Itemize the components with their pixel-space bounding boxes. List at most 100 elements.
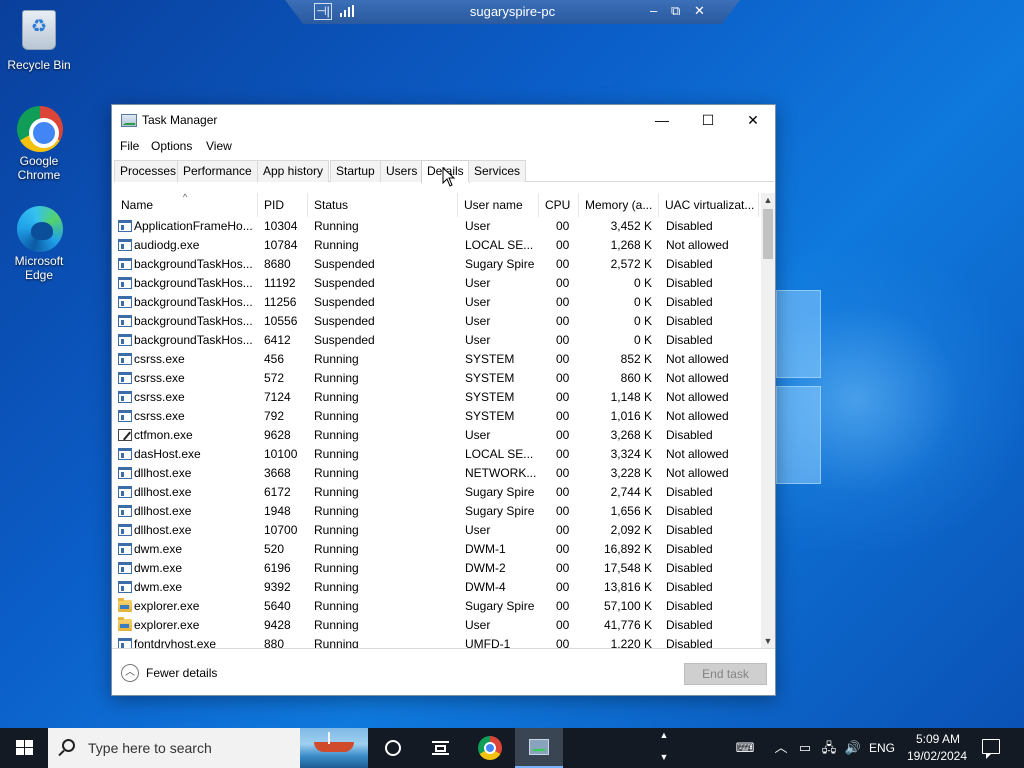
cell-user-name: DWM-4: [465, 580, 506, 594]
cell-name: backgroundTaskHos...: [134, 333, 253, 347]
scroll-up-icon[interactable]: ▲: [761, 193, 775, 207]
cell-pid: 10700: [264, 523, 298, 537]
column-header-memory[interactable]: Memory (a...: [579, 193, 659, 217]
tab-services[interactable]: Services: [468, 160, 527, 182]
rdp-restore-button[interactable]: ⧉: [671, 3, 680, 19]
table-row[interactable]: csrss.exe 456 Running SYSTEM 00 852 K Not allo…: [115, 350, 759, 369]
table-row[interactable]: csrss.exe 792 Running SYSTEM 00 1,016 K Not al…: [115, 407, 759, 426]
cell-user-name: SYSTEM: [465, 371, 515, 385]
cell-cpu: 00: [556, 618, 570, 632]
column-header-pid[interactable]: PID: [258, 193, 308, 217]
rdp-close-button[interactable]: ✕: [694, 3, 705, 19]
table-row[interactable]: explorer.exe 9428 Running User 00 41,776 K Dis…: [115, 616, 759, 635]
cell-user-name: User: [465, 523, 491, 537]
fewer-details-link[interactable]: Fewer details: [146, 666, 217, 680]
cell-name: dasHost.exe: [134, 447, 201, 461]
cell-memory: 2,744 K: [610, 485, 652, 499]
application-icon: [118, 277, 132, 289]
cell-uac-virtualization: Not allowed: [666, 409, 729, 423]
input-language[interactable]: ENG: [868, 739, 896, 757]
cell-cpu: 00: [556, 390, 570, 404]
menu-view[interactable]: View: [206, 139, 232, 153]
clock-date[interactable]: 19/02/2024: [902, 749, 972, 763]
keyboard-icon[interactable]: ⌨: [733, 739, 757, 757]
table-row[interactable]: audiodg.exe 10784 Running LOCAL SE... 00 1,26…: [115, 236, 759, 255]
table-row[interactable]: fontdrvhost.exe 880 Running UMFD-1 00 1,220 K…: [115, 635, 759, 648]
rdp-minimize-button[interactable]: –: [650, 3, 657, 18]
table-row[interactable]: ApplicationFrameHo... 10304 Running User 00 3…: [115, 217, 759, 236]
cell-memory: 1,148 K: [610, 390, 652, 404]
scroll-down-icon[interactable]: ▼: [761, 634, 775, 648]
application-icon: [118, 239, 132, 251]
column-header-status[interactable]: Status: [308, 193, 458, 217]
table-row[interactable]: backgroundTaskHos... 6412 Suspended User 00 0…: [115, 331, 759, 350]
table-row[interactable]: dllhost.exe 1948 Running Sugary Spire 00 1,65…: [115, 502, 759, 521]
table-row[interactable]: backgroundTaskHos... 8680 Suspended Sugary …: [115, 255, 759, 274]
title-bar[interactable]: Task Manager — ☐ ✕: [112, 105, 775, 135]
cell-user-name: LOCAL SE...: [465, 238, 534, 252]
menu-file[interactable]: File: [120, 139, 139, 153]
table-row[interactable]: dllhost.exe 6172 Running Sugary Spire 00 2,74…: [115, 483, 759, 502]
close-button[interactable]: ✕: [738, 109, 768, 131]
cell-cpu: 00: [556, 409, 570, 423]
cell-uac-virtualization: Not allowed: [666, 352, 729, 366]
scroll-thumb[interactable]: [763, 209, 773, 259]
maximize-button[interactable]: ☐: [693, 109, 723, 131]
cell-uac-virtualization: Disabled: [666, 428, 713, 442]
cell-user-name: User: [465, 428, 491, 442]
clock-time[interactable]: 5:09 AM: [908, 732, 968, 746]
table-row[interactable]: ctfmon.exe 9628 Running User 00 3,268 K Disabl…: [115, 426, 759, 445]
desktop-icon-recycle-bin[interactable]: Recycle Bin: [1, 10, 77, 72]
application-icon: [118, 258, 132, 270]
table-row[interactable]: dasHost.exe 10100 Running LOCAL SE... 00 3,32…: [115, 445, 759, 464]
table-row[interactable]: backgroundTaskHos... 11192 Suspended User 00…: [115, 274, 759, 293]
volume-icon[interactable]: 🔊: [843, 739, 863, 757]
column-header-user-name[interactable]: User name: [458, 193, 539, 217]
minimize-button[interactable]: —: [647, 109, 677, 131]
cell-user-name: LOCAL SE...: [465, 447, 534, 461]
tab-app-history[interactable]: App history: [257, 160, 330, 182]
table-row[interactable]: csrss.exe 7124 Running SYSTEM 00 1,148 K Not a…: [115, 388, 759, 407]
cell-name: backgroundTaskHos...: [134, 276, 253, 290]
cell-status: Running: [314, 371, 359, 385]
column-header-uac-virtualization[interactable]: UAC virtualizat...: [659, 193, 759, 217]
show-hidden-icons-chevron-icon[interactable]: ︿: [771, 739, 791, 757]
cell-pid: 6196: [264, 561, 291, 575]
table-row[interactable]: explorer.exe 5640 Running Sugary Spire 00 57,…: [115, 597, 759, 616]
table-row[interactable]: dwm.exe 6196 Running DWM-2 00 17,548 K Disable…: [115, 559, 759, 578]
table-row[interactable]: backgroundTaskHos... 11256 Suspended User 00…: [115, 293, 759, 312]
cell-user-name: SYSTEM: [465, 409, 515, 423]
cell-name: backgroundTaskHos...: [134, 314, 253, 328]
vertical-scrollbar[interactable]: ▲ ▼: [761, 193, 775, 648]
table-row[interactable]: dwm.exe 9392 Running DWM-4 00 13,816 K Disable…: [115, 578, 759, 597]
tab-processes[interactable]: Processes: [114, 160, 183, 182]
desktop-icon-microsoft-edge[interactable]: Microsoft Edge: [1, 206, 77, 282]
table-row[interactable]: csrss.exe 572 Running SYSTEM 00 860 K Not allo…: [115, 369, 759, 388]
application-icon: [118, 334, 132, 346]
meet-now-icon[interactable]: ▭: [795, 739, 815, 757]
desktop-icon-google-chrome[interactable]: Google Chrome: [1, 106, 77, 182]
tab-startup[interactable]: Startup: [330, 160, 381, 182]
cell-memory: 2,092 K: [610, 523, 652, 537]
column-header-name[interactable]: ^ Name: [115, 193, 258, 217]
cell-user-name: Sugary Spire: [465, 257, 535, 271]
end-task-button[interactable]: End task: [684, 663, 767, 685]
notification-center-icon[interactable]: [982, 739, 1000, 759]
table-row[interactable]: dllhost.exe 10700 Running User 00 2,092 K Disa…: [115, 521, 759, 540]
table-row[interactable]: backgroundTaskHos... 10556 Suspended User 00…: [115, 312, 759, 331]
cell-name: fontdrvhost.exe: [134, 637, 217, 648]
folder-icon: [118, 617, 132, 631]
table-row[interactable]: dwm.exe 520 Running DWM-1 00 16,892 K Disabled: [115, 540, 759, 559]
column-header-cpu[interactable]: CPU: [539, 193, 579, 217]
cell-pid: 456: [264, 352, 285, 366]
chevron-up-icon[interactable]: ︿: [121, 664, 139, 682]
cell-pid: 9428: [264, 618, 291, 632]
table-row[interactable]: dllhost.exe 3668 Running NETWORK... 00 3,228 …: [115, 464, 759, 483]
cell-uac-virtualization: Not allowed: [666, 390, 729, 404]
menu-options[interactable]: Options: [151, 139, 192, 153]
cell-memory: 0 K: [633, 333, 652, 347]
tab-users[interactable]: Users: [380, 160, 424, 182]
tab-performance[interactable]: Performance: [177, 160, 258, 182]
cell-name: backgroundTaskHos...: [134, 257, 253, 271]
network-icon[interactable]: 🖧: [819, 739, 839, 757]
